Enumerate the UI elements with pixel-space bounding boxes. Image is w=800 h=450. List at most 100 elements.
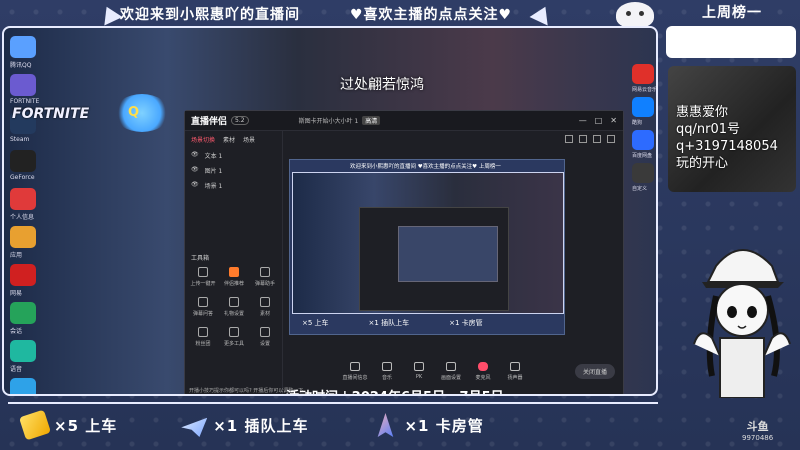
- tool-button[interactable]: 弹幕助手: [251, 265, 279, 291]
- desktop-icon[interactable]: 应用: [8, 226, 68, 260]
- layout-icon[interactable]: [593, 135, 601, 143]
- bottom-tool-label: 音乐: [381, 374, 392, 381]
- desktop-capture: 腾讯QQFORTNITESteamGeForce个人信息应用网易会话语音浏览器 …: [2, 26, 658, 396]
- gift-ticket: ×5 上车: [18, 409, 118, 441]
- nested-overlay-top: 欢迎来到小熙惠吖的直播间 ♥喜欢主播的点点关注♥ 上周榜一: [350, 164, 501, 170]
- nested-gift: ×5 上车: [302, 319, 329, 327]
- desktop-icon-label: 网易: [10, 290, 23, 297]
- gift-label: ×1 卡房管: [404, 416, 484, 435]
- tab-scene[interactable]: 场景: [243, 135, 255, 144]
- right-app-icon[interactable]: [632, 163, 654, 183]
- bottom-tool-button[interactable]: 音乐: [375, 361, 399, 381]
- bottom-tool-button[interactable]: 画面设置: [439, 361, 463, 381]
- tab-material[interactable]: 素材: [223, 135, 235, 144]
- tool-icon: [198, 297, 208, 307]
- tool-label: 素材: [259, 311, 270, 317]
- desktop-icon[interactable]: 腾讯QQ: [8, 36, 68, 70]
- go-live-button[interactable]: 关闭直播: [575, 363, 616, 379]
- tool-label: 弹幕问答: [192, 311, 213, 317]
- tool-label: 弹幕助手: [254, 281, 275, 287]
- webcam-text: 惠惠爱你: [676, 105, 729, 120]
- tab-scene-switch[interactable]: 场景切换: [191, 135, 215, 144]
- app-icon: [10, 150, 36, 172]
- anime-girl-illustration: [693, 249, 791, 398]
- tool-icon: [229, 267, 239, 277]
- right-app-label: 网易云音乐: [632, 87, 658, 93]
- scene-item-label: 文本 1: [204, 153, 223, 160]
- desktop-icon[interactable]: 语音: [8, 340, 68, 374]
- gift-label: ×5 上车: [54, 416, 118, 435]
- gift-bar: ×5 上车 ×1 插队上车 ×1 卡房管: [8, 402, 658, 446]
- app-version-badge: 5.2: [231, 116, 249, 125]
- webcam-text: 玩的开心: [676, 156, 729, 171]
- desktop-icon-label: 个人信息: [10, 214, 35, 221]
- right-app-icon[interactable]: [632, 64, 654, 84]
- tool-button[interactable]: 更多工具: [220, 325, 248, 351]
- scene-item[interactable]: 👁 场景 1: [185, 178, 282, 193]
- nested-gift: ×1 插队上车: [368, 319, 410, 327]
- tool-button[interactable]: 伴侣推荐: [220, 265, 248, 291]
- desktop-icon-label: GeForce: [10, 174, 35, 181]
- gift-label: ×1 插队上车: [213, 416, 309, 435]
- gift-plane: ×1 插队上车: [181, 413, 308, 437]
- platform-watermark: 斗鱼 9970486: [742, 418, 773, 442]
- tool-icon: [229, 297, 239, 307]
- desktop-icon[interactable]: 会话: [8, 302, 68, 336]
- tool-icon: [510, 361, 520, 371]
- rank-box: [666, 26, 796, 58]
- rocket-icon: [377, 413, 394, 437]
- app-icon: [10, 226, 36, 248]
- microphone-icon: [478, 361, 488, 371]
- desktop-icon[interactable]: FORTNITE: [8, 74, 68, 108]
- bottom-tool-button[interactable]: 麦克风: [471, 361, 495, 381]
- tools-label: 工具箱: [191, 255, 210, 262]
- session-label: 斯图卡开始小大小叶 1: [298, 118, 359, 125]
- tool-icon: [382, 361, 392, 371]
- app-sidebar: 场景切换 素材 场景 👁 文本 1 👁 图片 1 👁 场景 1 工具箱 上传一键开 伴侣…: [185, 131, 303, 394]
- tool-button[interactable]: 礼物设置: [220, 295, 248, 321]
- bottom-tool-label: PK: [415, 374, 423, 380]
- right-app-icon[interactable]: [632, 130, 654, 150]
- desktop-icon[interactable]: GeForce: [8, 150, 68, 184]
- layout-icon[interactable]: [565, 135, 573, 143]
- bottom-tool-button[interactable]: 扬声器: [503, 361, 527, 381]
- tool-label: 伴侣推荐: [223, 281, 244, 287]
- minimize-button[interactable]: —: [579, 116, 587, 125]
- scene-item-label: 场景 1: [204, 183, 223, 190]
- desktop-icon-label: Steam: [10, 136, 30, 143]
- maximize-button[interactable]: □: [595, 116, 603, 125]
- close-button[interactable]: ✕: [610, 116, 617, 125]
- tool-icon: [260, 327, 270, 337]
- app-icon: [10, 188, 36, 210]
- bottom-tool-button[interactable]: PK: [407, 362, 431, 380]
- tool-button[interactable]: 上传一键开: [189, 265, 217, 291]
- follow-text: ♥喜欢主播的点点关注♥: [350, 7, 513, 23]
- cat-ear-icon: [97, 2, 123, 26]
- bottom-tool-label: 直播间信息: [342, 374, 368, 381]
- desktop-icon-column: 腾讯QQ FORTNITE Steam GeForce 个人信息应用网易会话语音浏览器: [8, 32, 68, 394]
- bottom-tool-button[interactable]: 直播间信息: [342, 361, 368, 381]
- layout-icon[interactable]: [579, 135, 587, 143]
- right-app-label: 自定义: [632, 186, 648, 192]
- right-app-label: 酷狗: [632, 120, 643, 126]
- app-titlebar: 直播伴侣 5.2 斯图卡开始小大小叶 1 高清 — □ ✕: [185, 111, 623, 131]
- cat-ear-icon: [529, 2, 555, 26]
- stream-title: 过处翩若惊鸿: [340, 77, 424, 93]
- desktop-icon-label: 腾讯QQ: [10, 62, 32, 69]
- layout-icon[interactable]: [607, 135, 615, 143]
- right-app-icon[interactable]: [632, 97, 654, 117]
- scene-item[interactable]: 👁 图片 1: [185, 163, 282, 178]
- scene-item[interactable]: 👁 文本 1: [185, 148, 282, 163]
- overlay-top-bar: 欢迎来到小熙惠吖的直播间 ♥喜欢主播的点点关注♥: [0, 0, 660, 28]
- fortnite-logo: FORTNITE: [12, 106, 90, 122]
- rank-title: 上周榜一: [702, 5, 762, 21]
- quality-badge[interactable]: 高清: [362, 116, 381, 125]
- tool-button[interactable]: 素材: [251, 295, 279, 321]
- desktop-icon[interactable]: 浏览器: [8, 378, 68, 394]
- tool-button[interactable]: 粉丝团: [189, 325, 217, 351]
- tool-button[interactable]: 设置: [251, 325, 279, 351]
- desktop-icon[interactable]: 个人信息: [8, 188, 68, 222]
- tool-button[interactable]: 弹幕问答: [189, 295, 217, 321]
- desktop-icon[interactable]: 网易: [8, 264, 68, 298]
- app-icon: [10, 36, 36, 58]
